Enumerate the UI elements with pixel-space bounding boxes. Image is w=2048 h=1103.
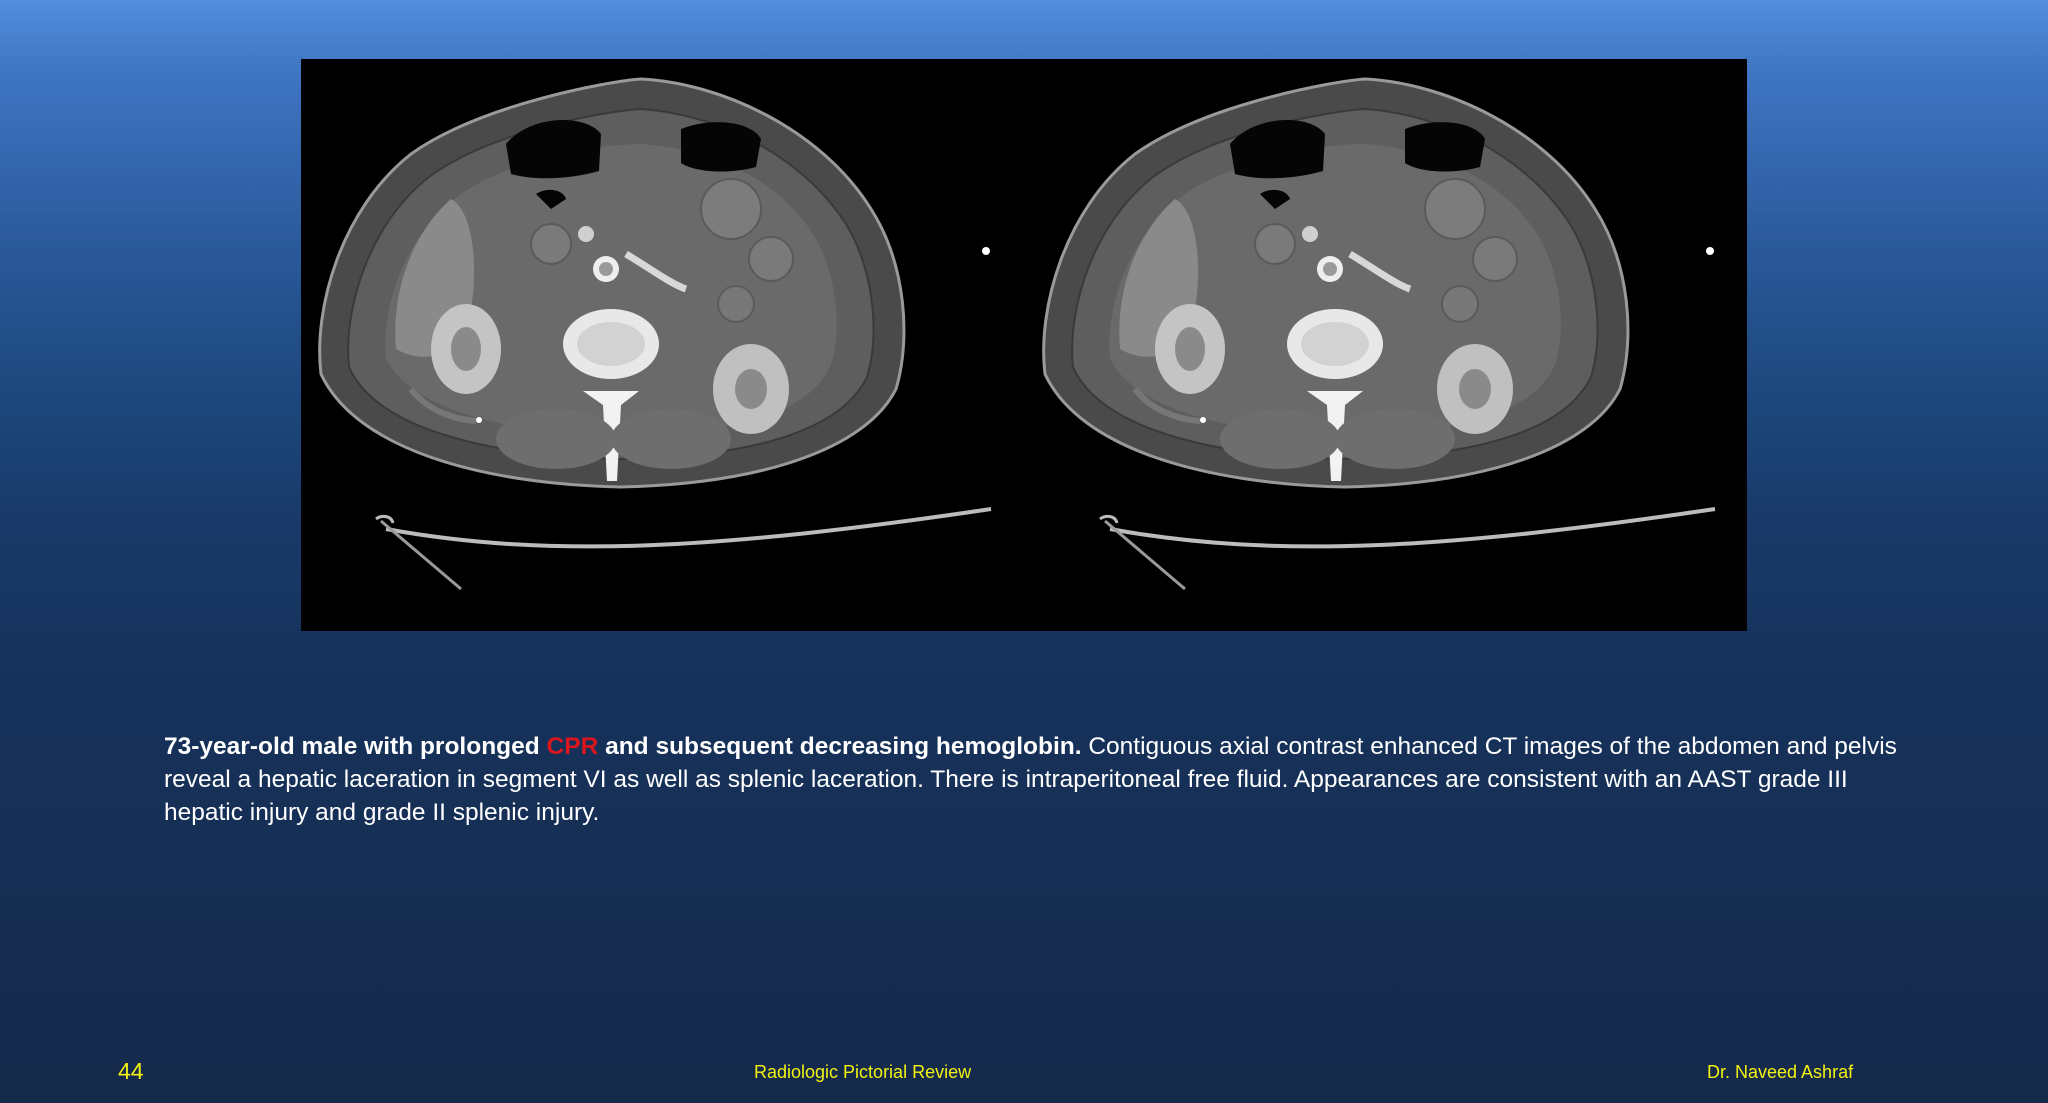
ct-axial-image-2 <box>1044 79 1715 589</box>
ct-axial-image-1 <box>320 79 991 589</box>
ct-image-panel <box>301 59 1747 631</box>
caption-bold-lead: 73-year-old male with prolonged <box>164 733 547 760</box>
footer-title: Radiologic Pictorial Review <box>754 1062 972 1082</box>
slide-number: 44 <box>118 1058 144 1084</box>
footer-author: Dr. Naveed Ashraf <box>1707 1062 1854 1082</box>
caption-highlight-cpr: CPR <box>546 733 599 760</box>
slide-caption: 73-year-old male with prolonged CPR and … <box>164 730 1904 829</box>
caption-bold-tail: and subsequent decreasing hemoglobin. <box>598 733 1082 760</box>
